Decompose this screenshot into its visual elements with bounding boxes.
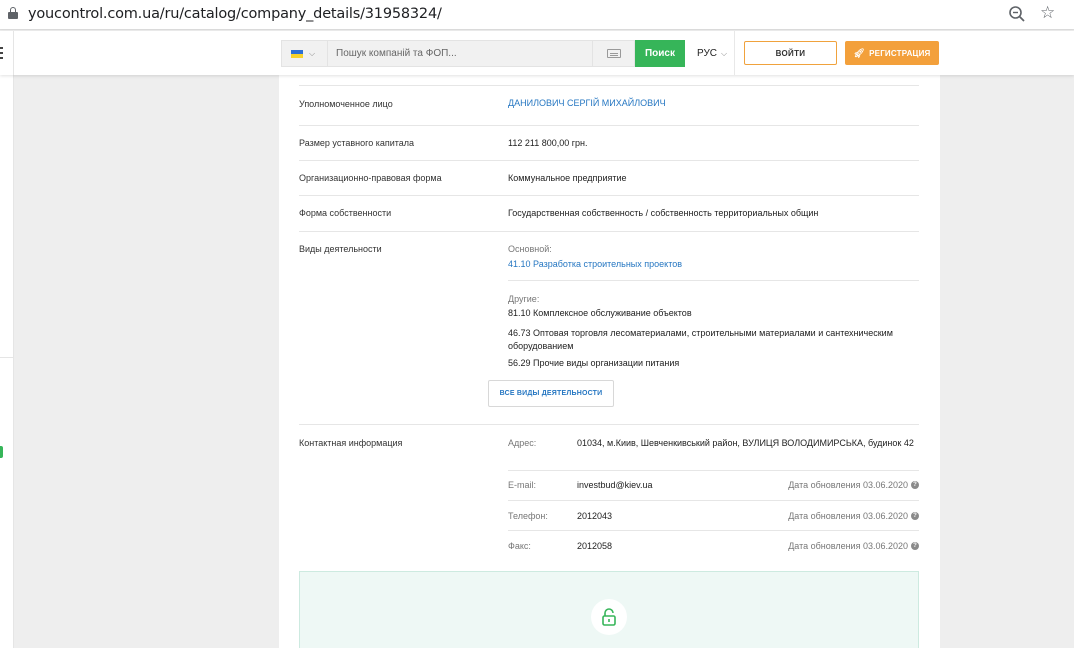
unlock-icon[interactable] xyxy=(591,599,627,635)
update-date: Дата обновления 03.06.2020 ? xyxy=(788,541,919,551)
browser-address-bar: youcontrol.com.ua/ru/catalog/company_det… xyxy=(0,0,1074,30)
contact-label: Адрес: xyxy=(508,438,537,448)
activity-item: 81.10 Комплексное обслуживание объектов xyxy=(508,308,692,318)
contact-label: Факс: xyxy=(508,541,531,551)
update-date-text: Дата обновления 03.06.2020 xyxy=(788,511,908,521)
phone-value: 2012043 xyxy=(577,511,613,521)
authorized-person-link[interactable]: ДАНИЛОВИЧ СЕРГІЙ МИХАЙЛОВИЧ xyxy=(508,98,666,108)
contact-label: E-mail: xyxy=(508,480,537,490)
ukraine-flag-icon xyxy=(291,49,303,58)
register-label: РЕГИСТРАЦИЯ xyxy=(869,48,931,58)
rail-active-indicator xyxy=(0,446,3,458)
main-activity-link[interactable]: 41.10 Разработка строительных проектов xyxy=(508,259,682,269)
detail-label: Организационно-правовая форма xyxy=(299,173,442,183)
header-divider xyxy=(734,31,735,75)
detail-label: Размер уставного капитала xyxy=(299,138,415,148)
update-date-text: Дата обновления 03.06.2020 xyxy=(788,480,908,490)
left-rail xyxy=(0,75,14,648)
help-icon[interactable]: ? xyxy=(911,481,919,489)
language-selector[interactable]: РУС ⌵ xyxy=(697,48,727,59)
detail-value: Государственная собственность / собствен… xyxy=(508,208,819,218)
menu-icon xyxy=(0,47,3,59)
main-activity-label: Основной: xyxy=(508,244,552,254)
keyboard-button[interactable] xyxy=(593,40,635,67)
chevron-down-icon: ⌵ xyxy=(721,48,728,58)
email-link[interactable]: investbud@kiev.ua xyxy=(577,479,653,492)
activity-item: 46.73 Оптовая торговля лесоматериалами, … xyxy=(508,328,893,351)
chevron-down-icon: ⌵ xyxy=(309,48,316,58)
detail-value: 112 211 800,00 грн. xyxy=(508,138,588,148)
contact-row-email: E-mail: investbud@kiev.ua Дата обновлени… xyxy=(508,471,919,501)
detail-row-authorized-person: Уполномоченное лицо ДАНИЛОВИЧ СЕРГІЙ МИХ… xyxy=(299,86,919,126)
lock-icon[interactable] xyxy=(8,7,18,19)
language-label: РУС xyxy=(697,48,718,59)
address-value: 01034, м.Киив, Шевченкивський район, ВУЛ… xyxy=(577,438,914,448)
detail-value: Коммунальное предприятие xyxy=(508,173,627,183)
detail-label: Уполномоченное лицо xyxy=(299,99,393,109)
zoom-icon[interactable] xyxy=(1008,5,1026,23)
detail-row-ownership: Форма собственности Государственная собс… xyxy=(299,196,919,232)
update-date: Дата обновления 03.06.2020 ? xyxy=(788,511,919,521)
contact-row-phone: Телефон: 2012043 Дата обновления 03.06.2… xyxy=(508,501,919,531)
locked-content-panel xyxy=(299,571,919,648)
detail-label: Виды деятельности xyxy=(299,244,382,254)
detail-row-capital: Размер уставного капитала 112 211 800,00… xyxy=(299,126,919,161)
rail-divider xyxy=(0,357,14,358)
company-details-card: Уполномоченное лицо ДАНИЛОВИЧ СЕРГІЙ МИХ… xyxy=(279,75,940,648)
search-input[interactable] xyxy=(327,40,593,67)
all-activities-button[interactable]: ВСЕ ВИДЫ ДЕЯТЕЛЬНОСТИ xyxy=(488,380,614,407)
activity-item: 56.29 Прочие виды организации питания xyxy=(508,358,680,368)
detail-row-legal-form: Организационно-правовая форма Коммунальн… xyxy=(299,161,919,196)
country-selector[interactable]: ⌵ xyxy=(281,40,327,67)
login-button[interactable]: ВОЙТИ xyxy=(744,41,837,65)
site-header: ⌵ Поиск РУС ⌵ ВОЙТИ 🚀︎ РЕГИСТРАЦИЯ xyxy=(0,31,1074,75)
search-button[interactable]: Поиск xyxy=(635,40,685,67)
contact-row-fax: Факс: 2012058 Дата обновления 03.06.2020… xyxy=(508,531,919,561)
search-group: ⌵ Поиск xyxy=(281,40,685,67)
detail-label: Форма собственности xyxy=(299,208,392,218)
rocket-icon: 🚀︎ xyxy=(853,47,866,58)
help-icon[interactable]: ? xyxy=(911,542,919,550)
divider xyxy=(508,280,919,281)
register-button[interactable]: 🚀︎ РЕГИСТРАЦИЯ xyxy=(845,41,939,65)
contact-label: Телефон: xyxy=(508,511,548,521)
update-date: Дата обновления 03.06.2020 ? xyxy=(788,480,919,490)
other-activities-label: Другие: xyxy=(508,294,540,304)
detail-label: Контактная информация xyxy=(299,438,403,448)
contact-row-address: Адрес: 01034, м.Киив, Шевченкивський рай… xyxy=(508,426,919,471)
help-icon[interactable]: ? xyxy=(911,512,919,520)
sidebar-toggle[interactable] xyxy=(0,31,14,75)
url-text[interactable]: youcontrol.com.ua/ru/catalog/company_det… xyxy=(28,6,442,22)
update-date-text: Дата обновления 03.06.2020 xyxy=(788,541,908,551)
keyboard-icon xyxy=(606,49,621,58)
fax-value: 2012058 xyxy=(577,541,613,551)
bookmark-star-icon[interactable]: ☆ xyxy=(1040,4,1058,22)
